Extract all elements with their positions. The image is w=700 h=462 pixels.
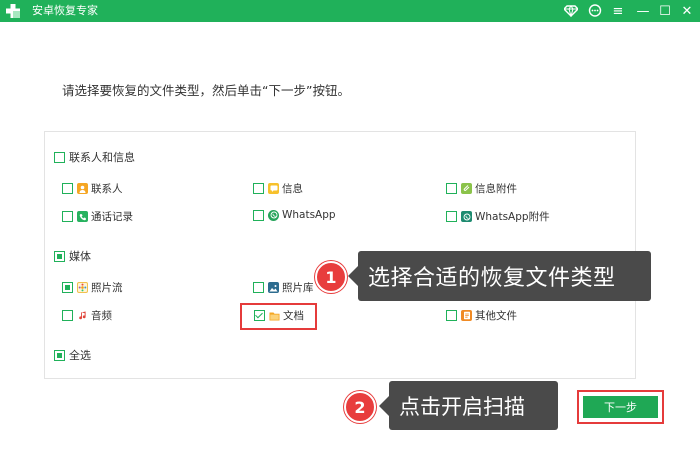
- audio-checkbox[interactable]: [62, 310, 73, 321]
- instruction-text: 请选择要恢复的文件类型，然后单击“下一步”按钮。: [62, 83, 350, 98]
- call-logs-checkbox[interactable]: [62, 211, 73, 222]
- message-icon: [268, 183, 279, 194]
- item-whatsapp-attachments[interactable]: WhatsApp附件: [446, 209, 550, 224]
- documents-highlight-box: [240, 303, 317, 330]
- callout-step-2: 点击开启扫描: [379, 381, 558, 430]
- photo-stream-checkbox[interactable]: [62, 282, 73, 293]
- group-media[interactable]: 媒体: [54, 248, 91, 264]
- whatsapp-attachments-label: WhatsApp附件: [475, 211, 550, 223]
- attachments-checkbox[interactable]: [446, 183, 457, 194]
- item-photo-stream[interactable]: 照片流: [62, 280, 123, 295]
- group-media-label: 媒体: [69, 250, 91, 263]
- photo-library-checkbox[interactable]: [253, 282, 264, 293]
- contacts-label: 联系人: [91, 183, 123, 195]
- photo-stream-icon: [77, 282, 88, 293]
- item-audio[interactable]: 音频: [62, 308, 112, 323]
- other-files-checkbox[interactable]: [446, 310, 457, 321]
- select-all-label: 全选: [69, 349, 91, 362]
- item-whatsapp[interactable]: WhatsApp: [253, 209, 336, 221]
- group-contacts-checkbox[interactable]: [54, 151, 65, 163]
- other-files-icon: [461, 310, 472, 321]
- callout-step-1-text: 选择合适的恢复文件类型: [368, 266, 616, 291]
- item-other-files[interactable]: 其他文件: [446, 308, 517, 323]
- group-contacts-messages[interactable]: 联系人和信息: [54, 149, 135, 165]
- whatsapp-icon: [268, 209, 279, 221]
- contacts-icon: [77, 183, 88, 194]
- whatsapp-label: WhatsApp: [282, 209, 336, 221]
- photo-library-label: 照片库: [282, 282, 314, 294]
- group-contacts-label: 联系人和信息: [69, 151, 135, 164]
- minimize-icon[interactable]: —: [633, 1, 653, 21]
- maximize-icon[interactable]: ☐: [655, 1, 675, 21]
- audio-label: 音频: [91, 310, 112, 322]
- menu-icon[interactable]: ≡: [608, 1, 628, 21]
- group-media-checkbox[interactable]: [54, 250, 65, 262]
- photo-stream-label: 照片流: [91, 282, 123, 294]
- photo-library-icon: [268, 282, 279, 293]
- app-logo-icon: [6, 4, 20, 18]
- diamond-icon[interactable]: [561, 1, 581, 21]
- select-all[interactable]: 全选: [54, 347, 91, 363]
- messages-checkbox[interactable]: [253, 183, 264, 194]
- messages-label: 信息: [282, 183, 303, 195]
- close-icon[interactable]: ✕: [677, 1, 697, 21]
- next-button-highlight: 下一步: [577, 390, 664, 424]
- paperclip-icon: [461, 183, 472, 194]
- next-button[interactable]: 下一步: [583, 396, 658, 418]
- contacts-checkbox[interactable]: [62, 183, 73, 194]
- whatsapp-attachments-checkbox[interactable]: [446, 211, 457, 222]
- call-logs-label: 通话记录: [91, 211, 133, 223]
- phone-icon: [77, 211, 88, 222]
- item-contacts[interactable]: 联系人: [62, 181, 123, 196]
- callout-step-1: 选择合适的恢复文件类型: [348, 251, 651, 301]
- select-all-checkbox[interactable]: [54, 349, 65, 361]
- callout-step-2-text: 点击开启扫描: [399, 394, 525, 419]
- other-files-label: 其他文件: [475, 310, 517, 322]
- attachments-label: 信息附件: [475, 183, 517, 195]
- item-photo-library[interactable]: 照片库: [253, 280, 314, 295]
- music-icon: [77, 310, 88, 321]
- chat-icon[interactable]: [585, 1, 605, 21]
- whatsapp-attachment-icon: [461, 211, 472, 222]
- title-bar: 安卓恢复专家 ≡ — ☐ ✕: [0, 0, 700, 22]
- step-2-badge: 2: [344, 391, 376, 423]
- item-call-logs[interactable]: 通话记录: [62, 209, 133, 224]
- whatsapp-checkbox[interactable]: [253, 209, 264, 221]
- step-1-badge: 1: [315, 261, 347, 293]
- item-message-attachments[interactable]: 信息附件: [446, 181, 517, 196]
- window-title: 安卓恢复专家: [32, 4, 98, 17]
- item-messages[interactable]: 信息: [253, 181, 303, 196]
